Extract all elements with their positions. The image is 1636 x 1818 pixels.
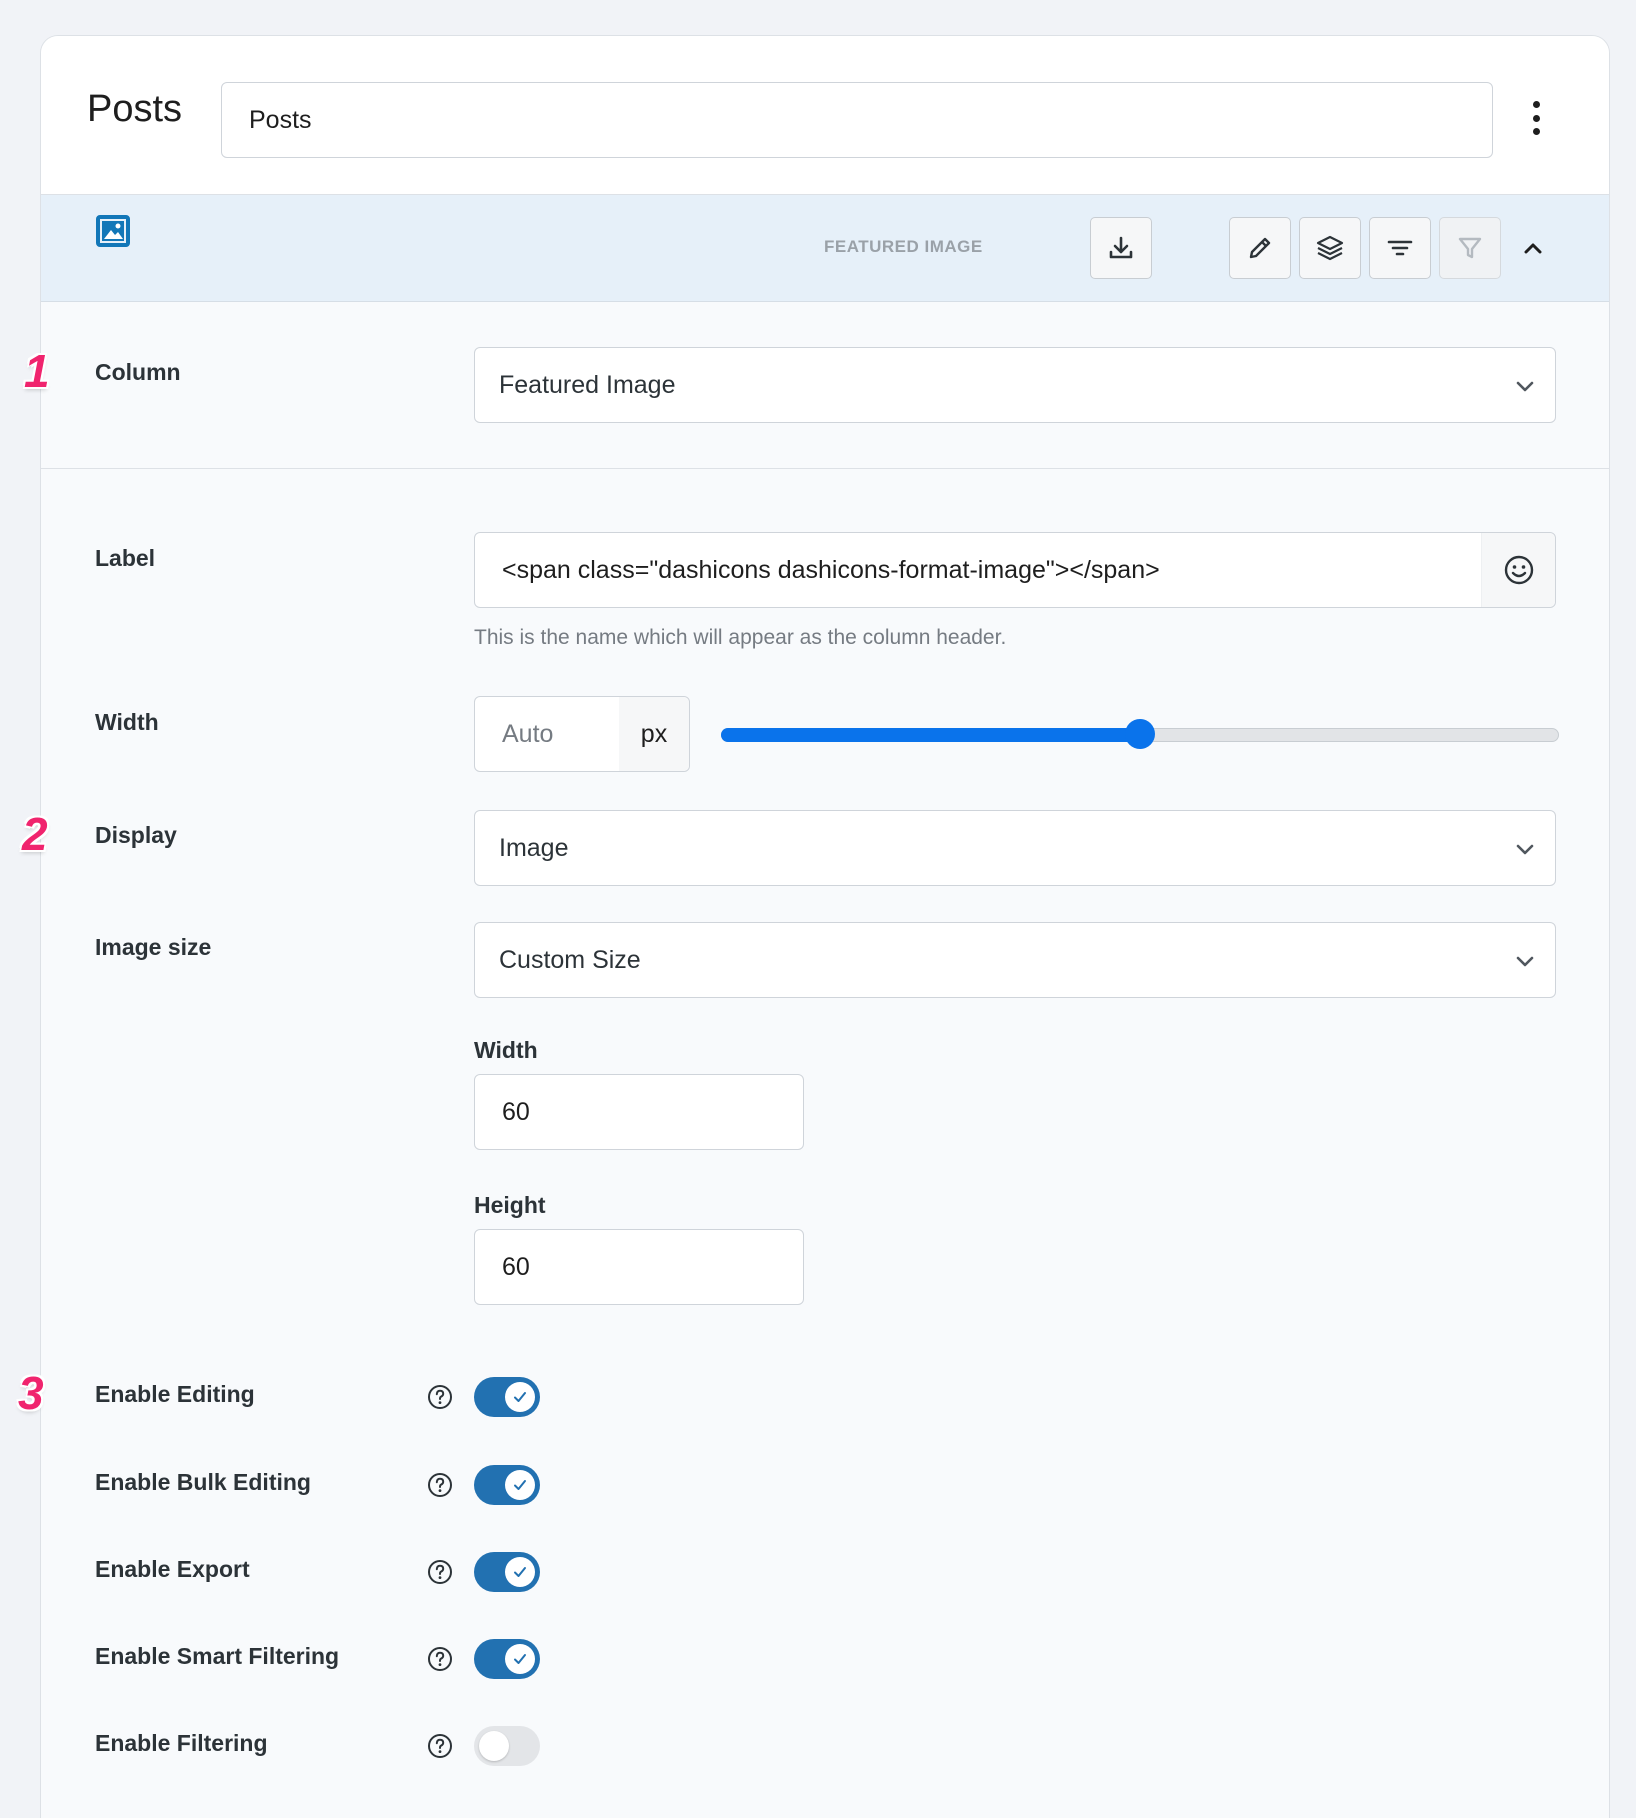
column-type-section: Column Featured Image [41,302,1609,469]
layers-icon [1316,235,1344,261]
toggle-label-filtering: Enable Filtering [95,1730,268,1756]
check-icon [514,1392,526,1402]
sort-icon [1387,240,1413,256]
image-width-input[interactable]: 60 [474,1074,804,1150]
check-icon [514,1654,526,1664]
enable-export-toggle[interactable] [474,1552,540,1592]
display-select[interactable]: Image [474,810,1556,886]
image-size-select[interactable]: Custom Size [474,922,1556,998]
column-header-bar[interactable]: FEATURED IMAGE [41,195,1609,302]
toggle-knob [505,1644,535,1674]
image-size-value: Custom Size [499,946,641,974]
column-label-input[interactable]: <span class="dashicons dashicons-format-… [474,532,1556,608]
enable-editing-toggle[interactable] [474,1377,540,1417]
chevron-down-icon [1516,381,1534,392]
width-field-label: Width [95,709,159,735]
column-settings-card: Posts Posts FEATURED IMAGE Column Featur… [40,35,1610,1818]
sorting-button[interactable] [1369,217,1431,279]
toggle-label-smart-filtering: Enable Smart Filtering [95,1643,340,1669]
toggle-label-export: Enable Export [95,1556,250,1582]
toggle-knob [479,1731,509,1761]
help-icon[interactable] [427,1559,453,1585]
chevron-up-icon[interactable] [1521,237,1545,261]
chevron-down-icon [1516,956,1534,967]
label-field-label: Label [95,545,156,571]
column-width-value: Auto [502,720,554,748]
width-unit-label: px [619,697,689,771]
icon-picker-button[interactable] [1481,533,1555,607]
display-value: Image [499,834,569,862]
page-title: Posts [87,88,183,130]
help-icon[interactable] [427,1472,453,1498]
list-name-input[interactable]: Posts [221,82,1493,158]
image-width-label: Width [474,1037,538,1063]
smiley-icon [1504,555,1533,585]
toggle-label-bulk-editing: Enable Bulk Editing [95,1469,311,1495]
column-type-value: Featured Image [499,371,676,399]
column-field-label: Column [95,359,181,385]
bulk-edit-button[interactable] [1299,217,1361,279]
slider-fill [721,728,1140,742]
export-button[interactable] [1090,217,1152,279]
column-width-input[interactable]: Auto px [474,696,690,772]
column-width-slider[interactable] [721,719,1559,749]
more-options-icon[interactable] [1531,101,1541,135]
display-field-label: Display [95,822,177,848]
pencil-icon [1249,237,1271,259]
help-icon[interactable] [427,1384,453,1410]
column-type-select[interactable]: Featured Image [474,347,1556,423]
enable-bulk-editing-toggle[interactable] [474,1465,540,1505]
inline-edit-button[interactable] [1229,217,1291,279]
slider-thumb[interactable] [1125,719,1155,749]
image-height-label: Height [474,1192,546,1218]
help-icon[interactable] [427,1646,453,1672]
enable-smart-filtering-toggle[interactable] [474,1639,540,1679]
list-screen-header: Posts Posts [41,36,1609,195]
filter-icon [1458,237,1482,259]
column-type-label: FEATURED IMAGE [824,237,983,256]
label-help-text: This is the name which will appear as th… [474,626,1007,649]
step-marker-2: 2 [22,808,48,860]
column-label-value: <span class="dashicons dashicons-format-… [502,556,1160,584]
toggle-knob [505,1382,535,1412]
image-size-field-label: Image size [95,934,212,960]
image-icon [96,215,130,247]
filtering-button[interactable] [1439,217,1501,279]
image-height-input[interactable]: 60 [474,1229,804,1305]
check-icon [514,1480,526,1490]
toggle-knob [505,1470,535,1500]
download-icon [1109,236,1133,259]
toggle-label-editing: Enable Editing [95,1381,255,1407]
step-marker-3: 3 [18,1367,44,1419]
toggle-knob [505,1557,535,1587]
help-icon[interactable] [427,1733,453,1759]
step-marker-1: 1 [24,345,50,397]
check-icon [514,1567,526,1577]
enable-filtering-toggle[interactable] [474,1726,540,1766]
chevron-down-icon [1516,844,1534,855]
